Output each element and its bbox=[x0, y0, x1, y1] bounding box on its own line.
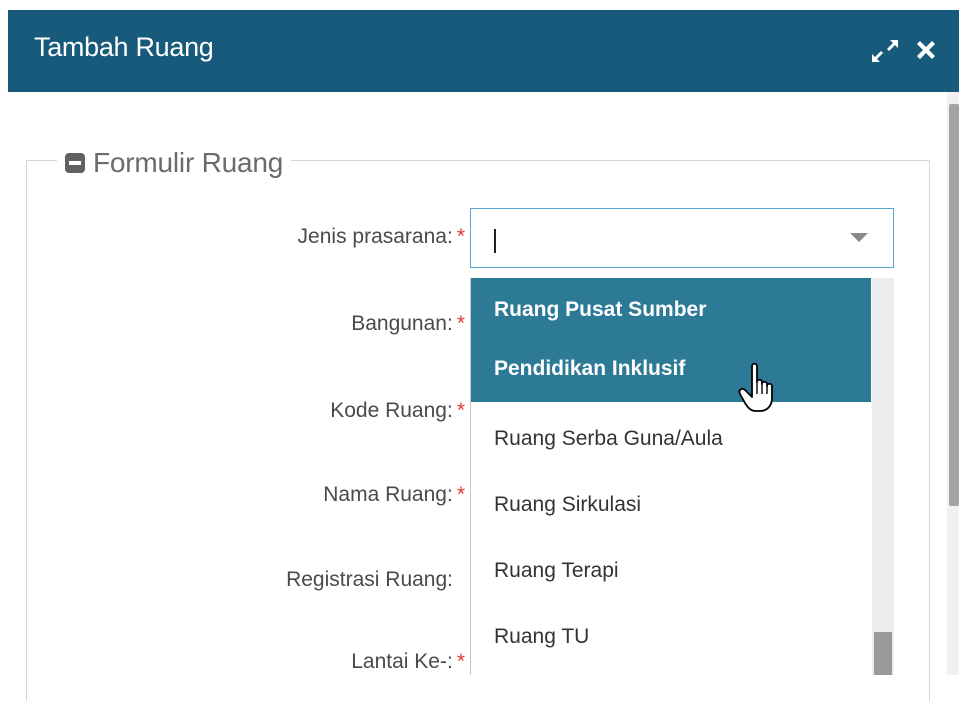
hand-pointer-icon bbox=[738, 362, 776, 414]
legend-title: Formulir Ruang bbox=[93, 147, 284, 178]
dropdown-option[interactable]: Ruang Serba Guna/Aula bbox=[471, 402, 871, 466]
required-marker: * bbox=[456, 483, 465, 506]
dialog-titlebar: Tambah Ruang bbox=[8, 10, 959, 92]
page-backdrop bbox=[0, 0, 959, 10]
field-row-jenis-prasarana: Jenis prasarana: * bbox=[8, 225, 465, 255]
fieldset-legend[interactable]: Formulir Ruang bbox=[57, 143, 292, 183]
dropdown-option[interactable]: Ruang Terapi bbox=[471, 530, 871, 594]
page-backdrop-left bbox=[0, 10, 8, 675]
dropdown-option[interactable]: Ruang TU bbox=[471, 594, 871, 658]
field-row-nama-ruang: Nama Ruang: * bbox=[8, 483, 465, 513]
dropdown-option[interactable]: Ruang Sirkulasi bbox=[471, 466, 871, 530]
close-icon[interactable] bbox=[909, 33, 943, 67]
field-label: Bangunan: * bbox=[351, 312, 465, 335]
dropdown-scrollbar[interactable] bbox=[872, 278, 894, 675]
field-row-lantai-ke: Lantai Ke-: * bbox=[8, 650, 465, 680]
field-label: Kode Ruang: * bbox=[330, 399, 465, 422]
required-marker: * bbox=[456, 225, 465, 248]
text-caret bbox=[494, 229, 496, 253]
dialog-title: Tambah Ruang bbox=[34, 32, 214, 62]
window-scrollbar-thumb[interactable] bbox=[949, 104, 959, 506]
dropdown-scrollbar-thumb[interactable] bbox=[874, 632, 892, 675]
jenis-prasarana-select[interactable] bbox=[470, 208, 894, 268]
expand-icon[interactable] bbox=[868, 34, 902, 68]
dropdown-option[interactable]: Ruang Pusat Sumber Pendidikan Inklusif bbox=[471, 278, 871, 402]
field-label: Lantai Ke-: * bbox=[351, 650, 465, 673]
dialog-window: Tambah Ruang Formulir Ruang Jenis prasar… bbox=[8, 10, 959, 701]
field-row-bangunan: Bangunan: * bbox=[8, 312, 465, 342]
field-label: Nama Ruang: * bbox=[323, 483, 465, 506]
field-label: Registrasi Ruang: bbox=[286, 568, 453, 591]
field-row-kode-ruang: Kode Ruang: * bbox=[8, 399, 465, 429]
dropdown-list: Ruang Pusat Sumber Pendidikan Inklusif R… bbox=[470, 278, 880, 675]
required-marker: * bbox=[456, 650, 465, 673]
required-marker: * bbox=[456, 399, 465, 422]
collapse-icon[interactable] bbox=[65, 153, 85, 173]
required-marker: * bbox=[456, 312, 465, 335]
field-label: Jenis prasarana: * bbox=[297, 225, 465, 248]
chevron-down-icon[interactable] bbox=[850, 233, 868, 242]
field-row-registrasi-ruang: Registrasi Ruang: bbox=[8, 568, 457, 598]
